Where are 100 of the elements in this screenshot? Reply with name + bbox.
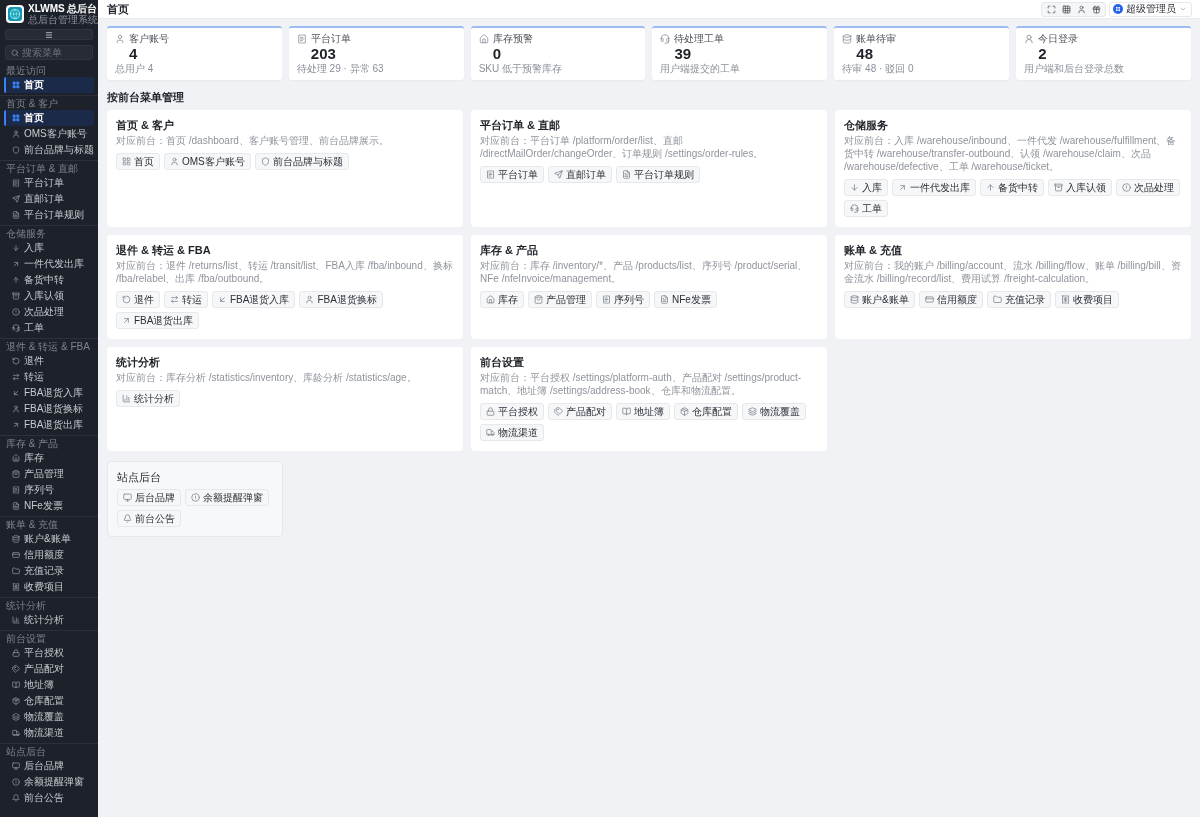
menu-item[interactable]: FBA退货出库 xyxy=(4,417,94,433)
menu-item[interactable]: 物流覆盖 xyxy=(4,709,94,725)
module-link-button[interactable]: 前台品牌与标题 xyxy=(254,153,349,170)
module-link-button[interactable]: 次品处理 xyxy=(1116,179,1180,196)
module-link-button[interactable]: 前台公告 xyxy=(117,510,181,527)
menu-item[interactable]: 前台公告 xyxy=(4,790,94,806)
menu-item[interactable]: 统计分析 xyxy=(4,612,94,628)
module-link-button[interactable]: 工单 xyxy=(844,200,888,217)
grid-icon xyxy=(12,81,20,89)
menu-item[interactable]: 首页 xyxy=(4,110,94,126)
menu-item[interactable]: 物流渠道 xyxy=(4,725,94,741)
menu-item[interactable]: 账户&账单 xyxy=(4,531,94,547)
module-link-button[interactable]: NFe发票 xyxy=(654,291,717,308)
module-link-button[interactable]: 后台品牌 xyxy=(117,489,181,506)
module-link-button[interactable]: 库存 xyxy=(480,291,524,308)
stat-note: 总用户 4 xyxy=(115,63,154,75)
module-description: 对应前台：入库 /warehouse/inbound、一件代发 /warehouse/fulfillment、备货中转 /warehouse/transfer-outbound、认领 /warehouse/claim、次品 /warehouse/defective、工单 /warehouse/ticket。 xyxy=(844,134,1178,173)
module-link-button[interactable]: 平台授权 xyxy=(480,403,544,420)
menu-item[interactable]: 首页 xyxy=(4,77,94,93)
module-link-button[interactable]: 信用额度 xyxy=(918,291,983,308)
module-link-button[interactable]: FBA退货入库 xyxy=(212,291,296,308)
module-link-button[interactable]: 产品配对 xyxy=(548,403,612,420)
menu-item[interactable]: 仓库配置 xyxy=(4,693,94,709)
menu-item[interactable]: NFe发票 xyxy=(4,498,94,514)
module-link-button[interactable]: FBA退货换标 xyxy=(299,291,383,308)
fullscreen-button[interactable] xyxy=(1045,3,1057,15)
module-link-button[interactable]: 直邮订单 xyxy=(548,166,612,183)
menu-item[interactable]: 前台品牌与标题 xyxy=(4,142,94,158)
truck-icon xyxy=(486,428,495,437)
search-field[interactable]: 搜索菜单 xyxy=(5,45,93,60)
module-link-button[interactable]: 一件代发出库 xyxy=(892,179,976,196)
module-link-button[interactable]: 地址簿 xyxy=(616,403,670,420)
module-link-button[interactable]: 退件 xyxy=(116,291,160,308)
menu-item[interactable]: 平台订单 xyxy=(4,175,94,191)
layout-button[interactable] xyxy=(1060,3,1072,15)
menu-item[interactable]: 地址簿 xyxy=(4,677,94,693)
menu-item[interactable]: 平台授权 xyxy=(4,645,94,661)
module-link-button[interactable]: 入库 xyxy=(844,179,888,196)
module-title: 仓储服务 xyxy=(844,118,888,132)
menu-item[interactable]: 充值记录 xyxy=(4,563,94,579)
menu-item[interactable]: 备货中转 xyxy=(4,272,94,288)
menu-item[interactable]: 后台品牌 xyxy=(4,758,94,774)
user-icon xyxy=(1024,34,1035,44)
module-link-button[interactable]: 转运 xyxy=(164,291,208,308)
document-icon xyxy=(660,295,669,304)
menu-group-label: 账单 & 充值 xyxy=(6,518,59,531)
user-menu-button[interactable]: 超级管理员 xyxy=(1109,1,1192,17)
module-link-button[interactable]: 产品管理 xyxy=(528,291,592,308)
menu-item[interactable]: 产品配对 xyxy=(4,661,94,677)
module-link-button[interactable]: 仓库配置 xyxy=(674,403,738,420)
menu-item[interactable]: 序列号 xyxy=(4,482,94,498)
folder-icon xyxy=(992,295,1002,304)
module-link-button[interactable]: 账户&账单 xyxy=(844,291,915,308)
credit-card-icon xyxy=(924,295,934,304)
module-link-button[interactable]: OMS客户账号 xyxy=(164,153,251,170)
menu-item[interactable]: 转运 xyxy=(4,369,94,385)
profile-button[interactable] xyxy=(1075,3,1087,15)
menu-item[interactable]: 工单 xyxy=(4,320,94,336)
logo-icon xyxy=(6,5,24,23)
module-link-button[interactable]: FBA退货出库 xyxy=(116,312,200,329)
gift-button[interactable] xyxy=(1090,3,1102,15)
menu-item[interactable]: 收费项目 xyxy=(4,579,94,595)
module-link-button[interactable]: 备货中转 xyxy=(980,179,1044,196)
stat-value: 4 xyxy=(129,45,138,62)
arrow-down-left-icon xyxy=(218,295,227,304)
document-icon xyxy=(622,170,631,179)
module-description: 对应前台：库存分析 /statistics/inventory、库龄分析 /statistics/age。 xyxy=(116,371,418,384)
module-link-button[interactable]: 余额提醒弹窗 xyxy=(185,489,269,506)
bar-chart-icon xyxy=(12,616,20,624)
module-link-button[interactable]: 统计分析 xyxy=(116,390,180,407)
menu-item[interactable]: OMS客户账号 xyxy=(4,126,94,142)
module-link-button[interactable]: 物流覆盖 xyxy=(742,403,806,420)
module-link-button[interactable]: 物流渠道 xyxy=(480,424,544,441)
lock-icon xyxy=(12,649,20,657)
module-description: 对应前台：平台授权 /settings/platform-auth、产品配对 /settings/product-match、地址簿 /settings/address-book、仓库和物流配置。 xyxy=(480,371,803,397)
menu-item[interactable]: 余额提醒弹窗 xyxy=(4,774,94,790)
menu-item[interactable]: 产品管理 xyxy=(4,466,94,482)
menu-item[interactable]: 一件代发出库 xyxy=(4,256,94,272)
menu-item[interactable]: 信用额度 xyxy=(4,547,94,563)
module-link-button[interactable]: 序列号 xyxy=(596,291,650,308)
stat-label: 库存预警 xyxy=(492,33,533,45)
menu-item[interactable]: 库存 xyxy=(4,450,94,466)
module-link-button[interactable]: 平台订单规则 xyxy=(616,166,700,183)
menu-item[interactable]: 直邮订单 xyxy=(4,191,94,207)
module-link-button[interactable]: 平台订单 xyxy=(480,166,544,183)
menu-toggle-button[interactable] xyxy=(5,29,93,40)
menu-item[interactable]: 入库认领 xyxy=(4,288,94,304)
module-link-button[interactable]: 收费项目 xyxy=(1054,291,1119,308)
menu-item[interactable]: FBA退货入库 xyxy=(4,385,94,401)
menu-item[interactable]: 平台订单规则 xyxy=(4,207,94,223)
grid-icon xyxy=(12,114,20,122)
module-description: 对应前台：首页 /dashboard、客户账号管理、前台品牌展示。 xyxy=(116,134,390,147)
menu-item[interactable]: 入库 xyxy=(4,240,94,256)
menu-item[interactable]: 退件 xyxy=(4,353,94,369)
module-link-button[interactable]: 入库认领 xyxy=(1048,179,1112,196)
module-link-button[interactable]: 充值记录 xyxy=(986,291,1051,308)
menu-item[interactable]: 次品处理 xyxy=(4,304,94,320)
module-link-button[interactable]: 首页 xyxy=(116,153,160,170)
menu-item[interactable]: FBA退货换标 xyxy=(4,401,94,417)
truck-icon xyxy=(12,729,20,737)
